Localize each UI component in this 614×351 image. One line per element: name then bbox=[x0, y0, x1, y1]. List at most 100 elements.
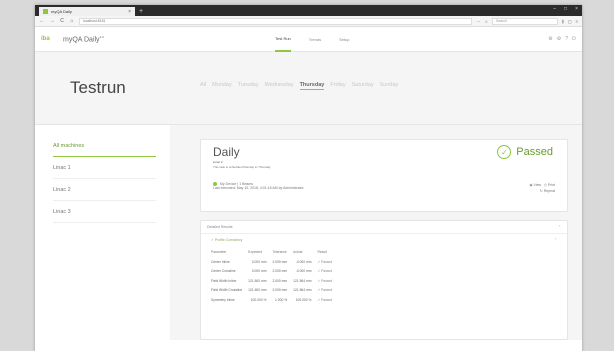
last-executed: Last executed: May 10, 2018, 4:01:18 AM … bbox=[213, 186, 304, 191]
forward-icon[interactable]: → bbox=[49, 18, 55, 24]
cell-actual: 121.564 mm bbox=[293, 278, 312, 283]
new-tab-icon[interactable]: + bbox=[139, 7, 143, 16]
day-thursday[interactable]: Thursday bbox=[299, 82, 325, 90]
collapse-icon[interactable]: ⌃ bbox=[558, 225, 561, 229]
app-title: myQA Daily2.0 bbox=[63, 34, 104, 44]
view-icon: ◉ bbox=[529, 183, 533, 187]
header-icons: ⚙ ⚙ ? ⏻ bbox=[548, 36, 576, 42]
cell-result: ✓ Passed bbox=[317, 278, 333, 283]
cell-expected: 0.000 mm bbox=[251, 259, 267, 264]
search-input[interactable]: Search bbox=[492, 17, 559, 25]
task-card: Daily Linac 2 This task is scheduled Mon… bbox=[200, 139, 568, 212]
tab-close-icon[interactable]: × bbox=[128, 9, 131, 15]
cell-actual: 121.564 mm bbox=[293, 288, 312, 293]
section-title: ✓ Profile Constancy bbox=[211, 238, 243, 242]
day-filter: All Monday Tuesday Wednesday Thursday Fr… bbox=[200, 82, 398, 90]
sidebar-item-linac-3[interactable]: Linac 3 bbox=[53, 201, 156, 223]
cell-parameter: Symmetry Inline bbox=[211, 297, 235, 302]
print-icon: ⎙ bbox=[544, 183, 547, 187]
title-band: Testrun All Monday Tuesday Wednesday Thu… bbox=[35, 52, 582, 125]
task-description: This task is scheduled Monday to Thursda… bbox=[213, 165, 271, 169]
cell-result: ✓ Passed bbox=[317, 288, 333, 293]
browser-tab-title: myQA Daily bbox=[51, 9, 72, 14]
table-row: Center Inline 0.000 mm 2.000 mm -0.000 m… bbox=[211, 257, 338, 267]
day-wednesday[interactable]: Wednesday bbox=[265, 82, 294, 90]
gear-icon[interactable]: ⚙ bbox=[548, 36, 552, 42]
tab-trends[interactable]: Trends bbox=[309, 27, 321, 52]
cell-actual: 100.000 % bbox=[295, 297, 312, 302]
browser-window: myQA Daily × + – □ × ← → C ⌂ localhost:8… bbox=[35, 5, 582, 351]
sidebar-item-linac-2[interactable]: Linac 2 bbox=[53, 179, 156, 201]
results-table: Parameter Expected Tolerance Actual Resu… bbox=[211, 246, 338, 305]
url-input[interactable]: localhost:8181 bbox=[79, 17, 473, 25]
sidebar-item-all-machines[interactable]: All machines bbox=[53, 135, 156, 157]
close-window-icon[interactable]: × bbox=[575, 6, 578, 12]
view-button[interactable]: View bbox=[534, 183, 542, 187]
col-parameter: Parameter bbox=[211, 249, 227, 254]
bookmark-icon[interactable]: ☆ bbox=[484, 19, 488, 24]
cell-result: ✓ Passed bbox=[317, 269, 333, 274]
day-friday[interactable]: Friday bbox=[330, 82, 345, 90]
col-actual: Actual bbox=[293, 249, 303, 254]
table-row: Center Crossline 0.000 mm 2.000 mm -0.00… bbox=[211, 267, 338, 277]
minimize-icon[interactable]: – bbox=[553, 6, 556, 12]
repeat-button[interactable]: Repeat bbox=[544, 189, 555, 193]
cell-actual: -0.000 mm bbox=[295, 259, 312, 264]
cell-expected: 0.000 mm bbox=[251, 269, 267, 274]
repeat-icon: ↻ bbox=[539, 189, 543, 193]
cell-tolerance: 2.000 mm bbox=[272, 288, 288, 293]
more-icon[interactable]: ··· bbox=[476, 19, 480, 24]
results-header[interactable]: Detailed Results ⌃ bbox=[201, 221, 567, 234]
menu-icon[interactable]: ≡ bbox=[576, 19, 578, 24]
day-saturday[interactable]: Saturday bbox=[352, 82, 374, 90]
tab-setup[interactable]: Setup bbox=[339, 27, 349, 52]
maximize-icon[interactable]: □ bbox=[564, 6, 567, 12]
help-icon[interactable]: ? bbox=[565, 36, 568, 42]
logout-icon[interactable]: ⏻ bbox=[572, 36, 576, 42]
back-icon[interactable]: ← bbox=[39, 18, 45, 24]
browser-tab[interactable]: myQA Daily × bbox=[39, 7, 135, 16]
table-header-row: Parameter Expected Tolerance Actual Resu… bbox=[211, 246, 338, 257]
app-nav: Test Run Trends Setup bbox=[275, 27, 350, 52]
settings-icon[interactable]: ⚙ bbox=[557, 36, 561, 42]
table-row: Field Width Inline 121.600 mm 2.000 mm 1… bbox=[211, 276, 338, 286]
cell-actual: -0.000 mm bbox=[295, 269, 312, 274]
day-tuesday[interactable]: Tuesday bbox=[238, 82, 259, 90]
reload-icon[interactable]: C bbox=[59, 18, 65, 24]
section-collapse-icon[interactable]: ⌃ bbox=[554, 238, 557, 242]
cell-result: ✓ Passed bbox=[317, 259, 333, 264]
cell-parameter: Field Width Crossline bbox=[211, 288, 243, 293]
col-tolerance: Tolerance bbox=[272, 249, 287, 254]
sidebar-icon[interactable]: ▢ bbox=[568, 19, 572, 24]
detailed-results-panel: Detailed Results ⌃ ✓ Profile Constancy ⌃… bbox=[200, 220, 568, 340]
day-all[interactable]: All bbox=[200, 82, 206, 90]
url-actions: ··· ☆ bbox=[476, 19, 488, 24]
task-meta: My Device | 1 Beams Last executed: May 1… bbox=[213, 182, 304, 191]
day-monday[interactable]: Monday bbox=[212, 82, 232, 90]
cell-result: ✓ Passed bbox=[317, 297, 333, 302]
cell-expected: 121.600 mm bbox=[248, 278, 267, 283]
cell-parameter: Field Width Inline bbox=[211, 278, 237, 283]
table-row: Field Width Crossline 121.600 mm 2.000 m… bbox=[211, 286, 338, 296]
library-icon[interactable]: ⫼ bbox=[562, 19, 564, 24]
day-sunday[interactable]: Sunday bbox=[380, 82, 399, 90]
cell-parameter: Center Inline bbox=[211, 259, 230, 264]
tab-test-run[interactable]: Test Run bbox=[275, 27, 291, 52]
company-logo: iba bbox=[41, 36, 50, 42]
cell-parameter: Center Crossline bbox=[211, 269, 236, 274]
cell-expected: 121.600 mm bbox=[248, 288, 267, 293]
app-header: iba myQA Daily2.0 Test Run Trends Setup … bbox=[35, 27, 582, 52]
home-icon[interactable]: ⌂ bbox=[69, 18, 75, 24]
window-controls: – □ × bbox=[553, 6, 578, 12]
sidebar-item-linac-1[interactable]: Linac 1 bbox=[53, 157, 156, 179]
check-circle-icon: ✓ bbox=[497, 145, 512, 159]
col-expected: Expected bbox=[248, 249, 262, 254]
toolbar-icons: ⫼ ▢ ≡ bbox=[562, 19, 578, 24]
status-text: Passed bbox=[516, 146, 553, 158]
search-placeholder: Search bbox=[496, 19, 508, 23]
cell-tolerance: 2.000 mm bbox=[272, 278, 288, 283]
url-text: localhost:8181 bbox=[83, 19, 106, 23]
task-actions: ◉ View ⎙ Print ↻ Repeat bbox=[530, 182, 556, 194]
section-header[interactable]: ✓ Profile Constancy ⌃ bbox=[201, 234, 567, 246]
print-button[interactable]: Print bbox=[548, 183, 555, 187]
